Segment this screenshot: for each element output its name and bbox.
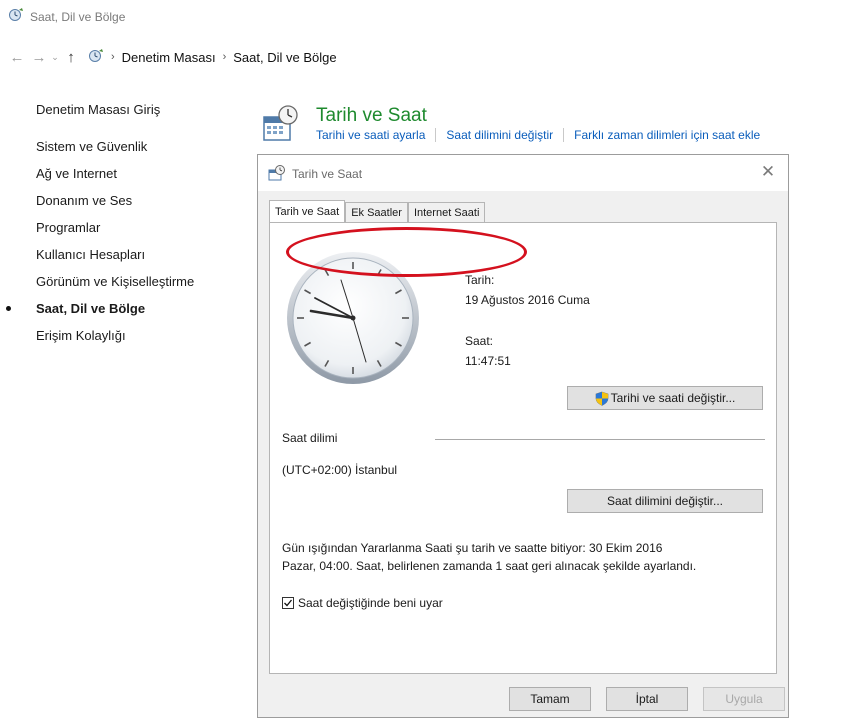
arrow-right-icon[interactable]: → — [30, 49, 48, 66]
notify-checkbox-label[interactable]: Saat değiştiğinde beni uyar — [298, 596, 443, 610]
checkmark-icon — [284, 599, 293, 607]
sidebar-item-clock-region[interactable]: Saat, Dil ve Bölge — [5, 295, 194, 322]
sidebar-item-ease-of-access[interactable]: Erişim Kolaylığı — [36, 322, 194, 349]
link-change-timezone[interactable]: Saat dilimini değiştir — [446, 128, 553, 142]
breadcrumb-separator-icon: › — [111, 51, 115, 63]
timezone-label: Saat dilimi — [282, 431, 338, 445]
close-icon[interactable]: ✕ — [758, 162, 778, 182]
sidebar: Denetim Masası Giriş Sistem ve Güvenlik … — [5, 96, 194, 349]
sidebar-item-home[interactable]: Denetim Masası Giriş — [36, 96, 194, 123]
navigation-bar: ← → ⌄ ↑ › Denetim Masası › Saat, Dil ve … — [8, 46, 337, 68]
tab-internet-time[interactable]: Internet Saati — [407, 202, 486, 223]
timezone-divider — [435, 439, 765, 440]
change-timezone-button[interactable]: Saat dilimini değiştir... — [567, 489, 763, 513]
sidebar-item-appearance[interactable]: Görünüm ve Kişiselleştirme — [36, 268, 194, 295]
cancel-button[interactable]: İptal — [606, 687, 688, 711]
category-title[interactable]: Tarih ve Saat — [316, 105, 427, 127]
change-date-time-button[interactable]: Tarihi ve saati değiştir... — [567, 386, 763, 410]
window-title: Saat, Dil ve Bölge — [30, 9, 126, 24]
link-set-date-time[interactable]: Tarihi ve saati ayarla — [316, 128, 425, 142]
tab-panel-date-time: Tarih: 19 Ağustos 2016 Cuma Saat: 11:47:… — [269, 222, 777, 674]
sidebar-item-hardware-sound[interactable]: Donanım ve Ses — [36, 187, 194, 214]
dst-info-line-2: Pazar, 04:00. Saat, belirlenen zamanda 1… — [282, 559, 697, 573]
sidebar-item-network[interactable]: Ağ ve Internet — [36, 160, 194, 187]
time-value: 11:47:51 — [465, 354, 511, 368]
date-label: Tarih: — [465, 273, 495, 287]
dialog-title-bar[interactable]: Tarih ve Saat ✕ — [258, 155, 788, 191]
ok-button[interactable]: Tamam — [509, 687, 591, 711]
tab-date-time[interactable]: Tarih ve Saat — [269, 200, 346, 223]
window-title-bar: Saat, Dil ve Bölge — [8, 7, 125, 26]
tab-additional-clocks[interactable]: Ek Saatler — [345, 202, 408, 223]
address-clock-icon — [88, 48, 104, 67]
link-divider — [563, 128, 565, 142]
sidebar-item-programs[interactable]: Programlar — [36, 214, 194, 241]
time-label: Saat: — [465, 334, 494, 348]
sidebar-item-user-accounts[interactable]: Kullanıcı Hesapları — [36, 241, 194, 268]
arrow-left-icon[interactable]: ← — [8, 49, 26, 66]
date-time-category-icon — [261, 104, 301, 149]
dialog-calendar-icon — [268, 165, 286, 186]
breadcrumb-item-control-panel[interactable]: Denetim Masası — [122, 50, 216, 65]
link-add-clocks[interactable]: Farklı zaman dilimleri için saat ekle — [574, 128, 760, 142]
dst-info-line-1: Gün ışığından Yararlanma Saati şu tarih … — [282, 541, 663, 555]
apply-button[interactable]: Uygula — [703, 687, 785, 711]
link-divider — [435, 128, 437, 142]
highlight-annotation-oval — [286, 227, 527, 277]
arrow-up-icon[interactable]: ↑ — [62, 49, 80, 66]
breadcrumb-separator-icon: › — [222, 51, 227, 63]
sidebar-item-system-security[interactable]: Sistem ve Güvenlik — [36, 133, 194, 160]
dialog-title: Tarih ve Saat — [292, 167, 363, 181]
date-value: 19 Ağustos 2016 Cuma — [465, 293, 590, 307]
chevron-down-icon[interactable]: ⌄ — [48, 52, 62, 63]
control-panel-clock-icon — [8, 7, 24, 26]
uac-shield-icon — [595, 391, 609, 406]
dialog-tabs: Tarih ve Saat Ek Saatler Internet Saati — [269, 200, 486, 223]
notify-checkbox[interactable] — [282, 597, 294, 609]
category-links: Tarihi ve saati ayarla Saat dilimini değ… — [316, 128, 760, 142]
timezone-value: (UTC+02:00) İstanbul — [282, 463, 398, 477]
change-date-time-label: Tarihi ve saati değiştir... — [610, 391, 736, 405]
breadcrumb-item-clock-region[interactable]: Saat, Dil ve Bölge — [233, 50, 336, 65]
